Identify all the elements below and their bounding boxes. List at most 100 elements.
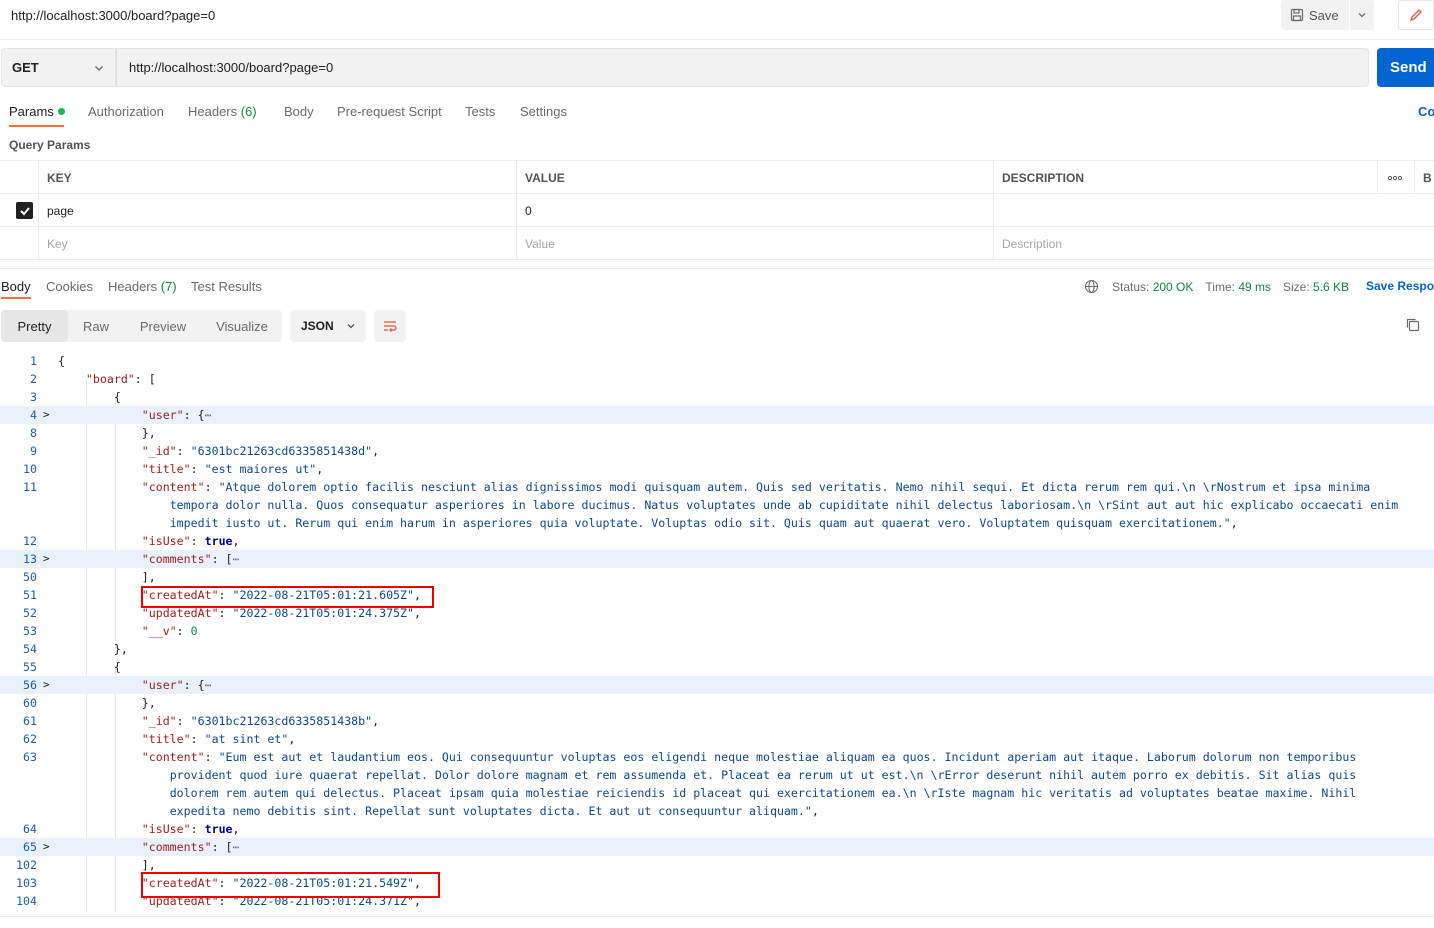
- code-text: tempora dolor nulla. Quos consequatur as…: [58, 496, 1399, 514]
- code-line: 53 "__v": 0: [0, 622, 1434, 640]
- tab-label: Headers: [108, 279, 161, 294]
- line-number: 102: [16, 858, 37, 872]
- tab-headers[interactable]: Headers (6): [188, 104, 257, 119]
- tab-response-cookies[interactable]: Cookies: [46, 279, 93, 294]
- format-label: JSON: [301, 319, 334, 333]
- fold-chevron-icon[interactable]: >: [43, 838, 50, 856]
- param-value-cell[interactable]: 0: [516, 194, 993, 227]
- line-number: 55: [23, 660, 37, 674]
- tab-pre-request-script[interactable]: Pre-request Script: [337, 104, 442, 119]
- json-key: "content": [141, 750, 205, 764]
- edit-button[interactable]: [1398, 0, 1434, 30]
- line-number: 4: [30, 408, 37, 422]
- code-line: 8 },: [0, 424, 1434, 442]
- param-value-input[interactable]: Value: [516, 227, 993, 260]
- view-pretty-button[interactable]: Pretty: [1, 310, 68, 342]
- send-button[interactable]: Send: [1377, 48, 1434, 87]
- param-description-cell[interactable]: [993, 194, 1434, 227]
- active-tab-indicator: [9, 125, 64, 127]
- code-text: ],: [58, 570, 156, 584]
- code-line: 55 {: [0, 658, 1434, 676]
- globe-icon[interactable]: [1084, 279, 1099, 294]
- code-text: "isUse": true,: [141, 534, 240, 548]
- more-options-button[interactable]: [1377, 161, 1414, 194]
- response-divider: [0, 268, 1434, 269]
- fold-chevron-icon[interactable]: >: [43, 406, 50, 424]
- json-number: 0: [190, 624, 198, 638]
- tab-params[interactable]: Params: [9, 104, 65, 119]
- tab-authorization[interactable]: Authorization: [88, 104, 164, 119]
- json-key: "comments": [141, 552, 212, 566]
- json-key: "title": [141, 732, 191, 746]
- pencil-icon: [1409, 9, 1422, 22]
- param-description-input[interactable]: Description: [993, 227, 1434, 260]
- json-string: "6301bc21263cd6335851438d": [190, 444, 373, 458]
- wrap-lines-icon: [384, 321, 397, 332]
- line-number: 12: [23, 534, 37, 548]
- method-select[interactable]: GET: [1, 48, 116, 87]
- tab-response-body[interactable]: Body: [1, 279, 31, 294]
- code-line: 9 "_id": "6301bc21263cd6335851438d",: [0, 442, 1434, 460]
- code-text: },: [58, 642, 128, 656]
- tab-count: (7): [160, 279, 177, 294]
- column-header-key: KEY: [38, 161, 516, 194]
- query-params-table: KEY VALUE DESCRIPTION B page 0 Key Value…: [0, 160, 1434, 260]
- request-title[interactable]: http://localhost:3000/board?page=0: [11, 8, 215, 23]
- code-line: 64 "isUse": true,: [0, 820, 1434, 838]
- tab-settings[interactable]: Settings: [520, 104, 567, 119]
- code-text: "user": {⋯: [141, 408, 212, 422]
- copy-icon[interactable]: [1404, 316, 1422, 334]
- fold-chevron-icon[interactable]: >: [43, 676, 50, 694]
- tab-label: Headers: [188, 104, 241, 119]
- chevron-down-icon: [347, 324, 355, 329]
- code-text: "isUse": true,: [141, 822, 240, 836]
- view-visualize-button[interactable]: Visualize: [202, 310, 282, 342]
- json-string: provident quod iure quaerat repellat. Do…: [169, 768, 1357, 782]
- cookies-link[interactable]: Co: [1418, 104, 1434, 119]
- format-select[interactable]: JSON: [290, 310, 366, 342]
- param-key-cell[interactable]: page: [38, 194, 516, 227]
- table-row-empty: Key Value Description: [0, 227, 1434, 260]
- tab-body[interactable]: Body: [284, 104, 314, 119]
- time-value[interactable]: 49 ms: [1238, 280, 1271, 294]
- json-key: "content": [141, 480, 205, 494]
- line-number: 13: [23, 552, 37, 566]
- code-text: "title": "at sint et",: [141, 732, 296, 746]
- code-line: 13 > "comments": [⋯: [0, 550, 1434, 568]
- json-key: "user": [141, 678, 184, 692]
- code-line: 1{: [0, 352, 1434, 370]
- status-value[interactable]: 200 OK: [1153, 280, 1194, 294]
- fold-chevron-icon[interactable]: >: [43, 550, 50, 568]
- line-number: 50: [23, 570, 37, 584]
- line-number: 65: [23, 840, 37, 854]
- save-response-button[interactable]: Save Respo: [1366, 279, 1434, 293]
- response-body-code: 1{ 2 "board": [ 3 { 4 > "user": {⋯ 8 }, 9…: [0, 352, 1434, 912]
- json-string: impedit iusto ut. Rerum qui enim harum i…: [169, 516, 1231, 530]
- size-label: Size:: [1283, 279, 1310, 294]
- save-options-button[interactable]: [1350, 0, 1374, 30]
- code-line: 3 {: [0, 388, 1434, 406]
- code-text: {: [58, 660, 121, 674]
- line-number: 2: [30, 372, 37, 386]
- json-key: "__v": [141, 624, 177, 638]
- save-button[interactable]: Save: [1281, 0, 1349, 30]
- param-enabled-checkbox[interactable]: [16, 202, 33, 219]
- code-text: dolorem rem autem qui delectus. Placeat …: [58, 784, 1357, 802]
- size-value[interactable]: 5.6 KB: [1313, 280, 1349, 294]
- body-view-switcher: Pretty Raw Preview Visualize: [1, 310, 282, 342]
- view-raw-button[interactable]: Raw: [68, 310, 124, 342]
- param-key-input[interactable]: Key: [38, 227, 516, 260]
- status-label: Status:: [1112, 279, 1150, 294]
- code-line: 62 "title": "at sint et",: [0, 730, 1434, 748]
- view-preview-button[interactable]: Preview: [124, 310, 202, 342]
- chevron-down-icon: [1358, 13, 1366, 18]
- tab-response-headers[interactable]: Headers (7): [108, 279, 177, 294]
- json-string: tempora dolor nulla. Quos consequatur as…: [169, 498, 1399, 512]
- tab-tests[interactable]: Tests: [465, 104, 495, 119]
- line-number: 53: [23, 624, 37, 638]
- wrap-lines-button[interactable]: [374, 310, 406, 342]
- line-number: 52: [23, 606, 37, 620]
- tab-test-results[interactable]: Test Results: [191, 279, 262, 294]
- bulk-edit-link[interactable]: B: [1414, 161, 1434, 194]
- url-input[interactable]: http://localhost:3000/board?page=0: [116, 48, 1369, 87]
